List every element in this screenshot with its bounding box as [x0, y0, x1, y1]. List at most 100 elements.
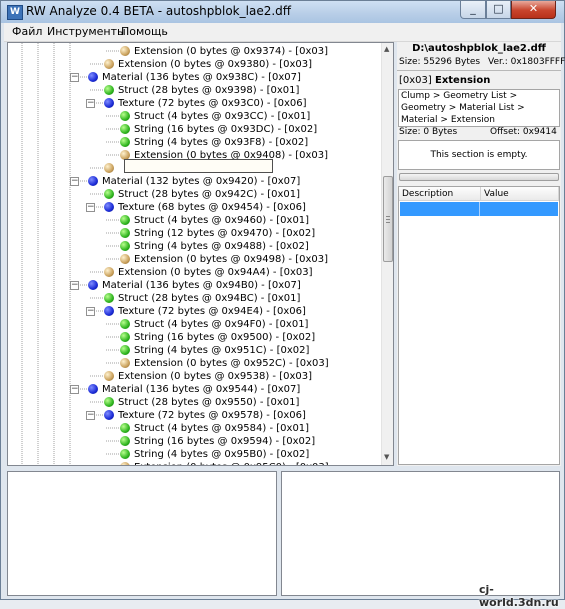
tree-node[interactable]: Extension (0 bytes @ 0x9380) - [0x03]	[118, 58, 312, 71]
menu-tools[interactable]: Инструменты	[47, 25, 126, 38]
grid-header-description[interactable]: Description	[399, 187, 481, 201]
file-version: Ver.: 0x1803FFFF	[488, 57, 565, 67]
collapse-toggle-icon[interactable]: −	[86, 411, 95, 420]
data-section-icon	[104, 293, 114, 303]
data-section-icon	[120, 124, 130, 134]
section-size: Size: 0 Bytes	[399, 127, 458, 137]
watermark: cj-world.3dn.ru	[479, 583, 559, 609]
title-bar[interactable]: W RW Analyze 0.4 BETA - autoshpblok_lae2…	[1, 1, 564, 23]
grid-header-value[interactable]: Value	[481, 187, 559, 201]
tree-node[interactable]: Struct (28 bytes @ 0x94BC) - [0x01]	[118, 292, 300, 305]
collapse-toggle-icon[interactable]: −	[70, 73, 79, 82]
tree-node[interactable]: Texture (68 bytes @ 0x9454) - [0x06]	[118, 201, 306, 214]
tree-node[interactable]: String (16 bytes @ 0x9500) - [0x02]	[134, 331, 315, 344]
tree-node[interactable]: Struct (28 bytes @ 0x9550) - [0x01]	[118, 396, 299, 409]
data-section-icon	[120, 449, 130, 459]
menu-help[interactable]: Помощь	[121, 25, 168, 38]
scroll-down-arrow-icon[interactable]: ▼	[384, 453, 389, 461]
data-section-icon	[120, 319, 130, 329]
extension-section-icon	[120, 358, 130, 368]
tree-node[interactable]: Struct (4 bytes @ 0x9584) - [0x01]	[134, 422, 309, 435]
tree-node[interactable]: String (12 bytes @ 0x9470) - [0x02]	[134, 227, 315, 240]
extension-section-icon	[104, 163, 114, 173]
tree-node[interactable]: Struct (4 bytes @ 0x94F0) - [0x01]	[134, 318, 308, 331]
tree-node[interactable]: Texture (72 bytes @ 0x93C0) - [0x06]	[118, 97, 307, 110]
data-section-icon	[120, 332, 130, 342]
extension-section-icon	[104, 371, 114, 381]
tree-node[interactable]: Extension (0 bytes @ 0x95C0) - [0x03]	[134, 461, 329, 465]
properties-grid[interactable]: Description Value	[398, 186, 560, 465]
tree-node[interactable]: String (4 bytes @ 0x93F8) - [0x02]	[134, 136, 308, 149]
tree-vertical-scrollbar[interactable]: ▲ ▼	[381, 43, 393, 465]
tree-node[interactable]: String (16 bytes @ 0x93DC) - [0x02]	[134, 123, 317, 136]
hex-view-panel[interactable]	[7, 471, 277, 596]
rw-analyze-icon[interactable]: W	[7, 5, 23, 20]
tree-node[interactable]: Struct (4 bytes @ 0x9460) - [0x01]	[134, 214, 309, 227]
extension-section-icon	[104, 59, 114, 69]
extension-section-icon	[120, 254, 130, 264]
menu-bar: Файл Инструменты Помощь	[4, 23, 561, 42]
tree-node[interactable]: Material (136 bytes @ 0x9544) - [0x07]	[102, 383, 300, 396]
collapse-toggle-icon[interactable]: −	[86, 203, 95, 212]
data-section-icon	[120, 423, 130, 433]
collapse-toggle-icon[interactable]: −	[70, 281, 79, 290]
tree-node[interactable]: Struct (4 bytes @ 0x93CC) - [0x01]	[134, 110, 310, 123]
tree-node[interactable]: String (4 bytes @ 0x9488) - [0x02]	[134, 240, 309, 253]
data-section-icon	[120, 436, 130, 446]
menu-file[interactable]: Файл	[12, 25, 42, 38]
section-title: [0x03] Extension	[399, 75, 490, 86]
tree-node[interactable]: Extension (0 bytes @ 0x94A4) - [0x03]	[118, 266, 313, 279]
maximize-button[interactable]: □	[486, 1, 511, 19]
extension-section-icon	[120, 462, 130, 465]
collapse-toggle-icon[interactable]: −	[86, 99, 95, 108]
minimize-button[interactable]: _	[460, 1, 486, 19]
tree-node[interactable]: Extension (0 bytes @ 0x9538) - [0x03]	[118, 370, 312, 383]
data-section-icon	[104, 85, 114, 95]
tree-node[interactable]: Extension (0 bytes @ 0x952C) - [0x03]	[134, 357, 329, 370]
tree-node[interactable]: Texture (72 bytes @ 0x94E4) - [0x06]	[118, 305, 306, 318]
container-section-icon	[88, 280, 98, 290]
data-section-icon	[120, 111, 130, 121]
data-section-icon	[120, 241, 130, 251]
tree-node[interactable]: Material (132 bytes @ 0x9420) - [0x07]	[102, 175, 300, 188]
thumb-grip-line	[386, 216, 390, 217]
container-section-icon	[88, 384, 98, 394]
container-section-icon	[88, 176, 98, 186]
data-section-icon	[120, 215, 130, 225]
thumb-grip-line	[386, 222, 390, 223]
tree-node[interactable]: Material (136 bytes @ 0x94B0) - [0x07]	[102, 279, 301, 292]
collapse-toggle-icon[interactable]: −	[70, 177, 79, 186]
tree-node[interactable]: Material (136 bytes @ 0x938C) - [0x07]	[102, 71, 301, 84]
scroll-thumb[interactable]	[383, 176, 393, 262]
collapse-toggle-icon[interactable]: −	[70, 385, 79, 394]
extension-section-icon	[120, 46, 130, 56]
thumb-grip-line	[386, 219, 390, 220]
tree-node[interactable]: String (4 bytes @ 0x95B0) - [0x02]	[134, 448, 309, 461]
section-info-panel: D:\autoshpblok_lae2.dff Size: 55296 Byte…	[397, 42, 565, 466]
scroll-up-arrow-icon[interactable]: ▲	[384, 45, 389, 53]
section-name: Extension	[435, 75, 491, 86]
main-window: W RW Analyze 0.4 BETA - autoshpblok_lae2…	[0, 0, 565, 609]
tree-node[interactable]: Extension (0 bytes @ 0x9498) - [0x03]	[134, 253, 328, 266]
close-button[interactable]: ✕	[511, 1, 556, 19]
collapse-toggle-icon[interactable]: −	[86, 307, 95, 316]
container-section-icon	[104, 410, 114, 420]
section-tree[interactable]: Extension (0 bytes @ 0x9374) - [0x03] Ext…	[7, 42, 394, 466]
data-section-icon	[120, 228, 130, 238]
tree-node[interactable]: String (16 bytes @ 0x9594) - [0x02]	[134, 435, 315, 448]
tree-node[interactable]: Struct (28 bytes @ 0x9398) - [0x01]	[118, 84, 299, 97]
file-size: Size: 55296 Bytes	[399, 57, 481, 67]
text-view-panel[interactable]	[281, 471, 560, 596]
tree-node[interactable]: String (4 bytes @ 0x951C) - [0x02]	[134, 344, 309, 357]
tree-node[interactable]: Struct (28 bytes @ 0x942C) - [0x01]	[118, 188, 300, 201]
data-section-icon	[120, 137, 130, 147]
tree-node[interactable]: Extension (0 bytes @ 0x9374) - [0x03]	[134, 45, 328, 58]
container-section-icon	[104, 98, 114, 108]
section-id: [0x03]	[399, 75, 432, 86]
section-content-box: This section is empty.	[398, 140, 560, 170]
progress-bar	[399, 173, 559, 181]
tree-rename-input[interactable]	[124, 159, 273, 173]
divider	[397, 70, 561, 71]
tree-node[interactable]: Texture (72 bytes @ 0x9578) - [0x06]	[118, 409, 306, 422]
data-section-icon	[104, 397, 114, 407]
